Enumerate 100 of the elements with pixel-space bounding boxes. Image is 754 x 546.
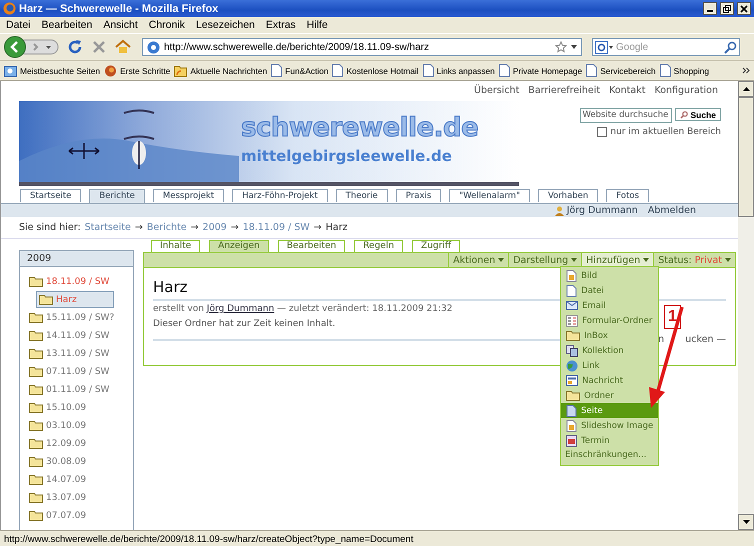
nav-tab[interactable]: Messprojekt bbox=[152, 189, 224, 202]
nav-tab[interactable]: Vorhaben bbox=[538, 189, 598, 202]
menu-item[interactable]: Slideshow Image bbox=[561, 418, 656, 433]
site-link[interactable]: Übersicht bbox=[474, 85, 520, 96]
breadcrumb-link[interactable]: 18.11.09 / SW bbox=[242, 222, 310, 233]
action-menu[interactable]: Aktionen bbox=[448, 253, 508, 267]
bookmark-link[interactable]: Erste Schritte bbox=[120, 66, 170, 76]
folder-item[interactable]: 13.11.09 / SW bbox=[29, 345, 133, 362]
search-button[interactable]: Suche bbox=[675, 108, 721, 121]
menu-item[interactable]: Link bbox=[561, 358, 603, 373]
menu-item[interactable]: Extras bbox=[260, 19, 301, 31]
search-engine-icon[interactable] bbox=[595, 40, 613, 54]
nav-tab[interactable]: Praxis bbox=[396, 189, 442, 202]
menu-item[interactable]: Seite bbox=[561, 403, 658, 418]
content-tab[interactable]: Regeln bbox=[354, 240, 404, 252]
close-button[interactable] bbox=[737, 2, 751, 15]
folder-item[interactable]: 03.10.09 bbox=[29, 417, 133, 434]
folder-item[interactable]: 15.10.09 bbox=[29, 399, 133, 416]
browser-logo-icon bbox=[3, 2, 16, 15]
checkbox-label: nur im aktuellen Bereich bbox=[610, 127, 721, 137]
folder-item[interactable]: Harz bbox=[36, 291, 114, 308]
menu-item[interactable]: Hilfe bbox=[300, 19, 333, 31]
home-icon[interactable] bbox=[114, 38, 132, 56]
nav-tab[interactable]: Berichte bbox=[89, 189, 145, 203]
nav-tab[interactable]: Startseite bbox=[20, 189, 82, 202]
content-tab[interactable]: Bearbeiten bbox=[278, 240, 346, 252]
logout-link[interactable]: Abmelden bbox=[648, 205, 696, 216]
bookmark-link[interactable]: Kostenlose Hotmail bbox=[346, 66, 419, 76]
bookmark-link[interactable]: Private Homepage bbox=[512, 66, 582, 76]
nav-tab[interactable]: "Wellenalarm" bbox=[449, 189, 530, 202]
bookmark-link[interactable]: Fun&Action bbox=[285, 66, 328, 76]
folder-item[interactable]: 12.09.09 bbox=[29, 435, 133, 452]
folder-item[interactable]: 15.11.09 / SW? bbox=[29, 309, 133, 326]
menu-item[interactable]: Email bbox=[561, 298, 609, 313]
restrictions-link[interactable]: Einschränkungen... bbox=[561, 448, 658, 462]
back-forward-icon[interactable] bbox=[4, 36, 60, 58]
folder-item[interactable]: 01.11.09 / SW bbox=[29, 381, 133, 398]
site-link[interactable]: Kontakt bbox=[609, 85, 646, 96]
menu-item[interactable]: Lesezeichen bbox=[190, 19, 260, 31]
bookmark-link[interactable]: Shopping bbox=[674, 66, 710, 76]
menu-item[interactable]: InBox bbox=[561, 328, 611, 343]
breadcrumb-link[interactable]: Startseite bbox=[84, 222, 131, 233]
nav-tab[interactable]: Theorie bbox=[336, 189, 388, 202]
content-tab[interactable]: Anzeigen bbox=[209, 240, 269, 252]
site-search-field[interactable]: Website durchsuche bbox=[580, 108, 672, 123]
folder-item[interactable]: 18.11.09 / SW bbox=[29, 273, 133, 290]
menu-item[interactable]: Chronik bbox=[142, 19, 190, 31]
page-icon bbox=[332, 64, 344, 77]
bookmark-link[interactable]: Servicebereich bbox=[600, 66, 656, 76]
checkbox[interactable] bbox=[597, 127, 608, 137]
star-icon[interactable] bbox=[555, 41, 567, 53]
bookmark-link[interactable]: Aktuelle Nachrichten bbox=[190, 66, 268, 76]
menu-item[interactable]: Nachricht bbox=[561, 373, 626, 388]
search-icon[interactable] bbox=[724, 40, 737, 54]
address-field[interactable]: http://www.schwerewelle.de/berichte/2009/18.11.09-sw/harz bbox=[142, 38, 582, 56]
nav-tab[interactable]: Harz-Föhn-Projekt bbox=[232, 189, 328, 202]
scroll-down-button[interactable] bbox=[738, 514, 754, 530]
restore-button[interactable] bbox=[720, 2, 734, 15]
dropdown-caret-icon[interactable] bbox=[571, 45, 577, 49]
menu-item[interactable]: Datei bbox=[561, 283, 607, 298]
reload-icon[interactable] bbox=[66, 38, 84, 56]
folder-item[interactable]: 30.08.09 bbox=[29, 453, 133, 470]
breadcrumb-link[interactable]: 2009 bbox=[202, 222, 227, 233]
action-link[interactable]: n bbox=[658, 334, 664, 345]
scroll-up-button[interactable] bbox=[738, 81, 754, 97]
site-link[interactable]: Konfiguration bbox=[654, 85, 718, 96]
site-identity-icon[interactable] bbox=[147, 40, 160, 54]
globe-icon bbox=[566, 360, 578, 372]
image-file-icon bbox=[566, 420, 578, 432]
menu-item[interactable]: Bild bbox=[561, 268, 600, 283]
action-link[interactable]: ucken — bbox=[685, 334, 726, 345]
bookmark-link[interactable]: Meistbesuchte Seiten bbox=[20, 66, 100, 76]
menu-item[interactable]: Ordner bbox=[561, 388, 617, 403]
feed-folder-icon bbox=[174, 64, 188, 76]
status-menu[interactable]: Status: Privat bbox=[653, 253, 735, 267]
breadcrumb-link[interactable]: Berichte bbox=[146, 222, 187, 233]
folder-item[interactable]: 14.11.09 / SW bbox=[29, 327, 133, 344]
content-tab[interactable]: Zugriff bbox=[412, 240, 460, 252]
calendar-icon bbox=[566, 434, 578, 446]
user-name[interactable]: Jörg Dummann bbox=[566, 205, 638, 216]
scrollbar-thumb[interactable] bbox=[738, 97, 754, 217]
bookmark-link[interactable]: Links anpassen bbox=[436, 66, 495, 76]
page-icon bbox=[586, 64, 598, 77]
menu-item[interactable]: Kollektion bbox=[561, 343, 627, 358]
chevron-icon[interactable] bbox=[742, 67, 750, 74]
nav-tab[interactable]: Fotos bbox=[606, 189, 650, 202]
menu-item[interactable]: Datei bbox=[0, 19, 36, 31]
folder-item[interactable]: 07.11.09 / SW bbox=[29, 363, 133, 380]
content-tab[interactable]: Inhalte bbox=[151, 240, 200, 252]
menu-item[interactable]: Bearbeiten bbox=[36, 19, 98, 31]
form-icon bbox=[566, 314, 578, 326]
folder-item[interactable]: 13.07.09 bbox=[29, 489, 133, 506]
minimize-button[interactable] bbox=[703, 2, 717, 15]
menu-item[interactable]: Formular-Ordner bbox=[561, 313, 656, 328]
author-link[interactable]: Jörg Dummann bbox=[206, 304, 274, 314]
menu-item[interactable]: Ansicht bbox=[97, 19, 143, 31]
folder-item[interactable]: 14.07.09 bbox=[29, 471, 133, 488]
menu-item[interactable]: Termin bbox=[561, 433, 613, 448]
folder-item[interactable]: 07.07.09 bbox=[29, 507, 133, 524]
site-link[interactable]: Barrierefreiheit bbox=[528, 85, 600, 96]
